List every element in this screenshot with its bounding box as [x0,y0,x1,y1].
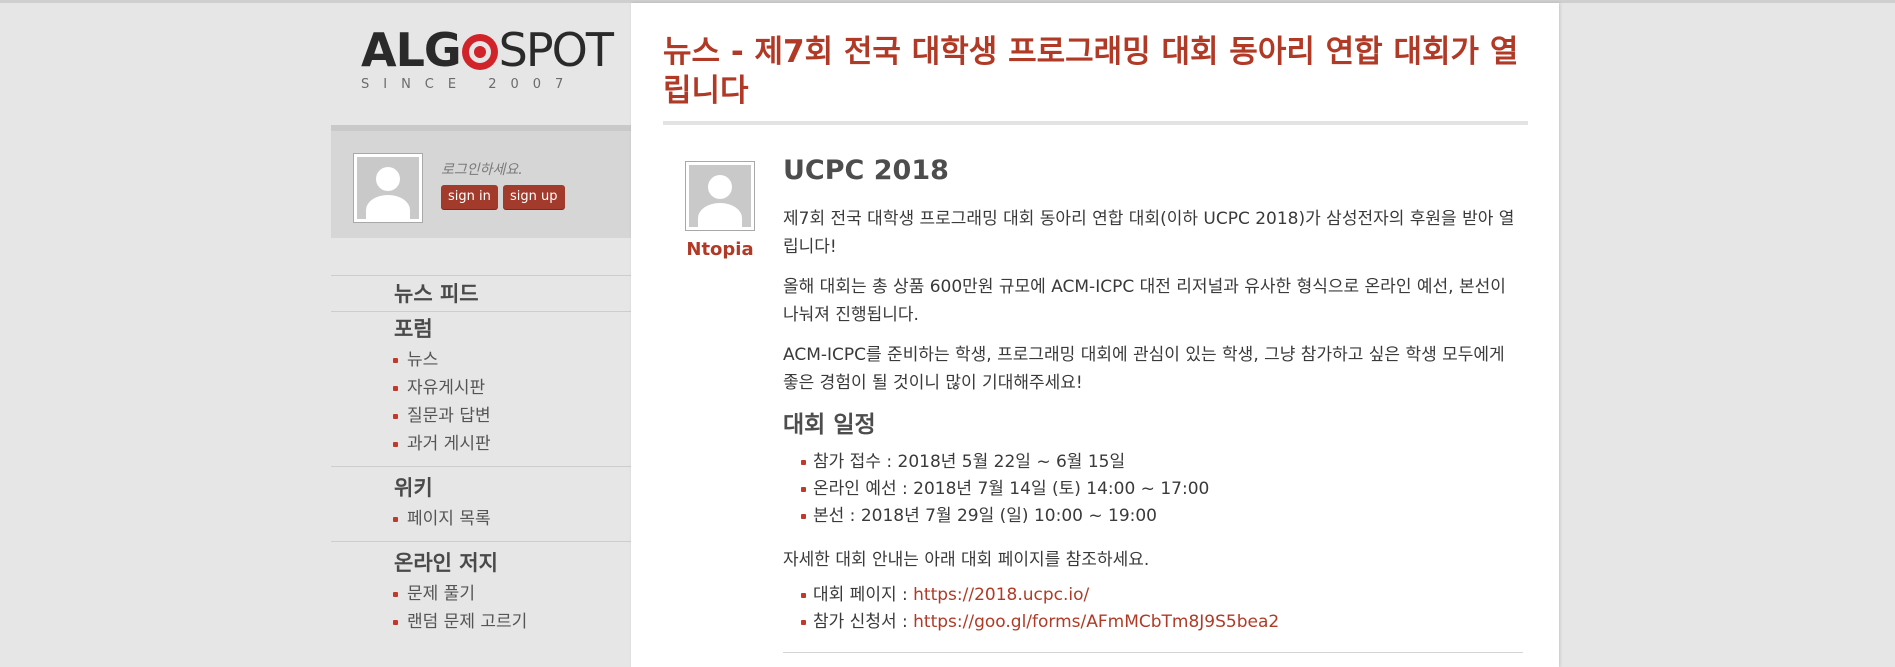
nav-item-solve-problems[interactable]: 문제 풀기 [331,580,631,608]
nav-item-page-list[interactable]: 페이지 목록 [331,505,631,533]
logo-text-light: SPOT [498,23,614,77]
nav-item-label: 과거 게시판 [407,434,491,454]
author-avatar[interactable] [685,161,755,231]
logo-since: SINCE 2007 [361,77,578,92]
nav-item-free-board[interactable]: 자유게시판 [331,374,631,402]
schedule-list: 참가 접수 : 2018년 5월 22일 ~ 6월 15일 온라인 예선 : 2… [783,449,1523,530]
main-content: 뉴스 - 제7회 전국 대학생 프로그래밍 대회 동아리 연합 대회가 열립니다… [631,3,1559,667]
nav-news-feed[interactable]: 뉴스 피드 [331,277,631,311]
nav-divider [331,275,631,276]
article-paragraph: 제7회 전국 대학생 프로그래밍 대회 동아리 연합 대회(이하 UCPC 20… [783,209,1515,257]
article-heading: UCPC 2018 [783,155,949,186]
sign-in-button[interactable]: sign in [441,185,498,209]
nav-item-random-problem[interactable]: 랜덤 문제 고르기 [331,608,631,636]
registration-form-link[interactable]: https://goo.gl/forms/AFmMCbTm8J9S5bea2 [913,612,1279,632]
login-box: 로그인하세요. sign in sign up [331,125,631,238]
user-avatar [353,153,423,223]
author-name-link[interactable]: Ntopia [685,239,755,260]
logo-wordmark: ALG SPOT [361,23,614,77]
nav-item-label: 페이지 목록 [407,509,491,529]
logo-text-bold: ALG [361,23,462,77]
nav-item-label: 자유게시판 [407,378,486,398]
nav-item-old-board[interactable]: 과거 게시판 [331,430,631,458]
nav-section-judge[interactable]: 온라인 저지 [331,546,631,580]
nav-item-label: 질문과 답변 [407,406,491,426]
schedule-heading: 대회 일정 [783,412,876,438]
sidebar-nav: 뉴스 피드 포럼 뉴스 자유게시판 질문과 답변 과거 게시판 위키 페이지 목… [331,275,631,636]
article-paragraph: 올해 대회는 총 상품 600만원 규모에 ACM-ICPC 대전 리저널과 유… [783,277,1506,325]
nav-item-label: 문제 풀기 [407,584,475,604]
link-item: 참가 신청서 : https://goo.gl/forms/AFmMCbTm8J… [801,609,1523,636]
default-avatar-icon [689,165,751,227]
link-item: 대회 페이지 : https://2018.ucpc.io/ [801,582,1523,609]
schedule-item: 참가 접수 : 2018년 5월 22일 ~ 6월 15일 [801,449,1523,476]
article-paragraph: ACM-ICPC를 준비하는 학생, 프로그래밍 대회에 관심이 있는 학생, … [783,345,1505,393]
nav-divider [331,466,631,467]
nav-item-news[interactable]: 뉴스 [331,346,631,374]
nav-section-wiki[interactable]: 위키 [331,471,631,505]
nav-item-qna[interactable]: 질문과 답변 [331,402,631,430]
info-text: 자세한 대회 안내는 아래 대회 페이지를 참조하세요. [783,550,1150,570]
nav-section-forum[interactable]: 포럼 [331,312,631,346]
schedule-item: 온라인 예선 : 2018년 7월 14일 (토) 14:00 ~ 17:00 [801,476,1523,503]
nav-divider [331,541,631,542]
link-label: 대회 페이지 : [813,585,914,605]
contest-page-link[interactable]: https://2018.ucpc.io/ [913,585,1089,605]
default-avatar-icon [357,157,419,219]
sign-up-button[interactable]: sign up [503,185,565,209]
article-divider [783,652,1523,653]
title-divider [663,121,1528,125]
sidebar: ALG SPOT SINCE 2007 로그인하세요. sign in sign … [331,3,631,667]
link-label: 참가 신청서 : [813,612,914,632]
site-logo[interactable]: ALG SPOT SINCE 2007 [361,23,614,105]
link-list: 대회 페이지 : https://2018.ucpc.io/ 참가 신청서 : … [783,582,1523,636]
schedule-item: 본선 : 2018년 7월 29일 (일) 10:00 ~ 19:00 [801,503,1523,530]
nav-item-label: 랜덤 문제 고르기 [407,612,528,632]
page-title: 뉴스 - 제7회 전국 대학생 프로그래밍 대회 동아리 연합 대회가 열립니다 [663,34,1519,109]
article-body: UCPC 2018 제7회 전국 대학생 프로그래밍 대회 동아리 연합 대회(… [783,153,1523,653]
logo-target-icon [461,34,498,70]
login-prompt: 로그인하세요. [441,162,523,178]
nav-item-label: 뉴스 [407,350,439,370]
